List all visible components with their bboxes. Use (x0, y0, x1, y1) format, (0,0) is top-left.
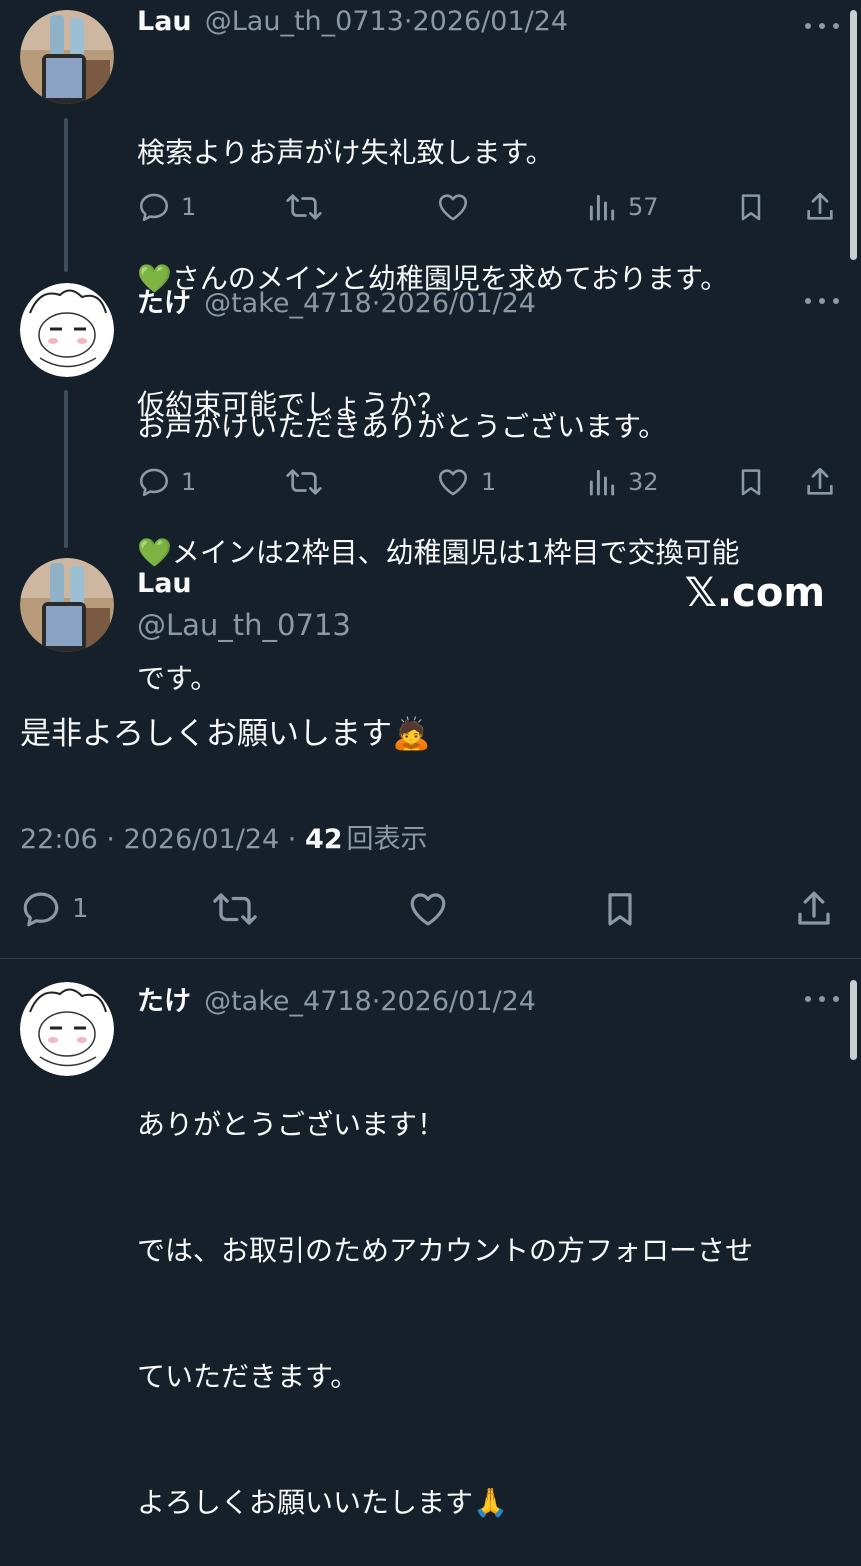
handle[interactable]: @Lau_th_0713 (137, 608, 351, 642)
more-icon[interactable] (805, 296, 839, 306)
main-tweet-text: 是非よろしくお願いします🙇 (20, 716, 431, 752)
handle[interactable]: @take_4718 (204, 986, 372, 1017)
like-icon (410, 893, 446, 926)
tweet-line: お声がけいただきありがとうございます。 (137, 410, 667, 443)
views-label: 回表示 (346, 824, 428, 855)
views-icon (589, 194, 615, 221)
share-icon (807, 192, 833, 220)
share-icon (807, 467, 833, 495)
views-button[interactable]: 57 (586, 190, 659, 224)
tweet-line: ありがとうございます！ (137, 1108, 446, 1141)
bookmark-icon (608, 893, 632, 926)
tweet-date[interactable]: 2026/01/24 (380, 288, 536, 319)
handle[interactable]: @Lau_th_0713 (205, 6, 404, 37)
xcom-watermark: 𝕏.com (684, 570, 825, 616)
display-name[interactable]: たけ (137, 288, 191, 319)
avatar[interactable] (20, 558, 114, 652)
reply-icon (139, 193, 169, 222)
like-button[interactable] (435, 190, 471, 224)
thread-line (64, 118, 68, 272)
display-name[interactable]: たけ (137, 986, 191, 1017)
avatar[interactable] (20, 10, 114, 104)
tweet-line: では、お取引のためアカウントの方フォローさせ (137, 1234, 754, 1267)
tweet-text: ありがとうございます！ では、お取引のためアカウントの方フォローさせ ていただき… (137, 1020, 837, 1566)
reply-count: 1 (181, 468, 197, 496)
tweet-timestamp: 22:06 · 2026/01/24 · 42 回表示 (20, 824, 428, 855)
retweet-button[interactable] (285, 190, 323, 224)
like-button[interactable] (406, 888, 450, 930)
reply-button[interactable]: 1 (20, 888, 89, 930)
reply-count: 1 (181, 193, 197, 221)
thread-line (64, 390, 68, 548)
share-icon (798, 891, 830, 925)
share-button[interactable] (803, 190, 837, 224)
reply-button[interactable]: 1 (137, 190, 196, 224)
tweet-header: たけ @take_4718·2026/01/24 (137, 281, 536, 320)
reply-button[interactable]: 1 (137, 465, 196, 499)
tweet-header: たけ @take_4718·2026/01/24 (137, 979, 536, 1018)
bookmark-button[interactable] (735, 190, 767, 224)
views-icon (589, 469, 615, 496)
retweet-button[interactable] (285, 465, 323, 499)
more-icon[interactable] (805, 21, 839, 31)
display-name[interactable]: Lau (137, 568, 192, 599)
avatar[interactable] (20, 283, 114, 377)
tweet-line: 💚メインは2枠目、幼稚園児は1枠目で交換可能 (137, 536, 740, 569)
like-icon (438, 194, 468, 221)
reply-icon (23, 892, 59, 927)
handle[interactable]: @take_4718 (204, 288, 372, 319)
bookmark-button[interactable] (600, 888, 640, 930)
display-name[interactable]: Lau (137, 6, 192, 37)
bookmark-icon (741, 194, 761, 221)
retweet-icon (286, 194, 322, 220)
bookmark-icon (741, 469, 761, 496)
tweet-time[interactable]: 22:06 (20, 824, 98, 855)
scrollbar[interactable] (850, 10, 857, 260)
tweet-line: よろしくお願いいたします🙏 (137, 1486, 508, 1519)
tweet-date[interactable]: 2026/01/24 (412, 6, 568, 37)
retweet-button[interactable] (211, 888, 259, 930)
like-icon (438, 469, 468, 496)
like-button[interactable]: 1 (435, 465, 496, 499)
reply-count: 1 (72, 894, 89, 924)
views-count: 32 (628, 468, 659, 496)
share-button[interactable] (803, 465, 837, 499)
tweet-text: お声がけいただきありがとうございます。 💚メインは2枠目、幼稚園児は1枠目で交換… (137, 322, 837, 742)
reply-icon (139, 468, 169, 497)
retweet-icon (286, 469, 322, 495)
tweet-header: Lau @Lau_th_0713·2026/01/24 (137, 6, 568, 37)
tweet-line: 検索よりお声がけ失礼致します。 (137, 136, 554, 169)
scrollbar[interactable] (850, 980, 857, 1060)
views-count: 57 (628, 193, 659, 221)
views-count: 42 (304, 824, 343, 855)
tweet-date[interactable]: 2026/01/24 (124, 824, 280, 855)
divider (0, 958, 861, 959)
views-button[interactable]: 32 (586, 465, 659, 499)
tweet-line: ていただきます。 (137, 1360, 359, 1393)
share-button[interactable] (793, 888, 835, 930)
tweet-line: です。 (137, 662, 219, 695)
more-icon[interactable] (805, 994, 839, 1004)
avatar[interactable] (20, 982, 114, 1076)
bookmark-button[interactable] (735, 465, 767, 499)
tweet-date[interactable]: 2026/01/24 (380, 986, 536, 1017)
retweet-icon (213, 893, 257, 925)
like-count: 1 (481, 468, 497, 496)
